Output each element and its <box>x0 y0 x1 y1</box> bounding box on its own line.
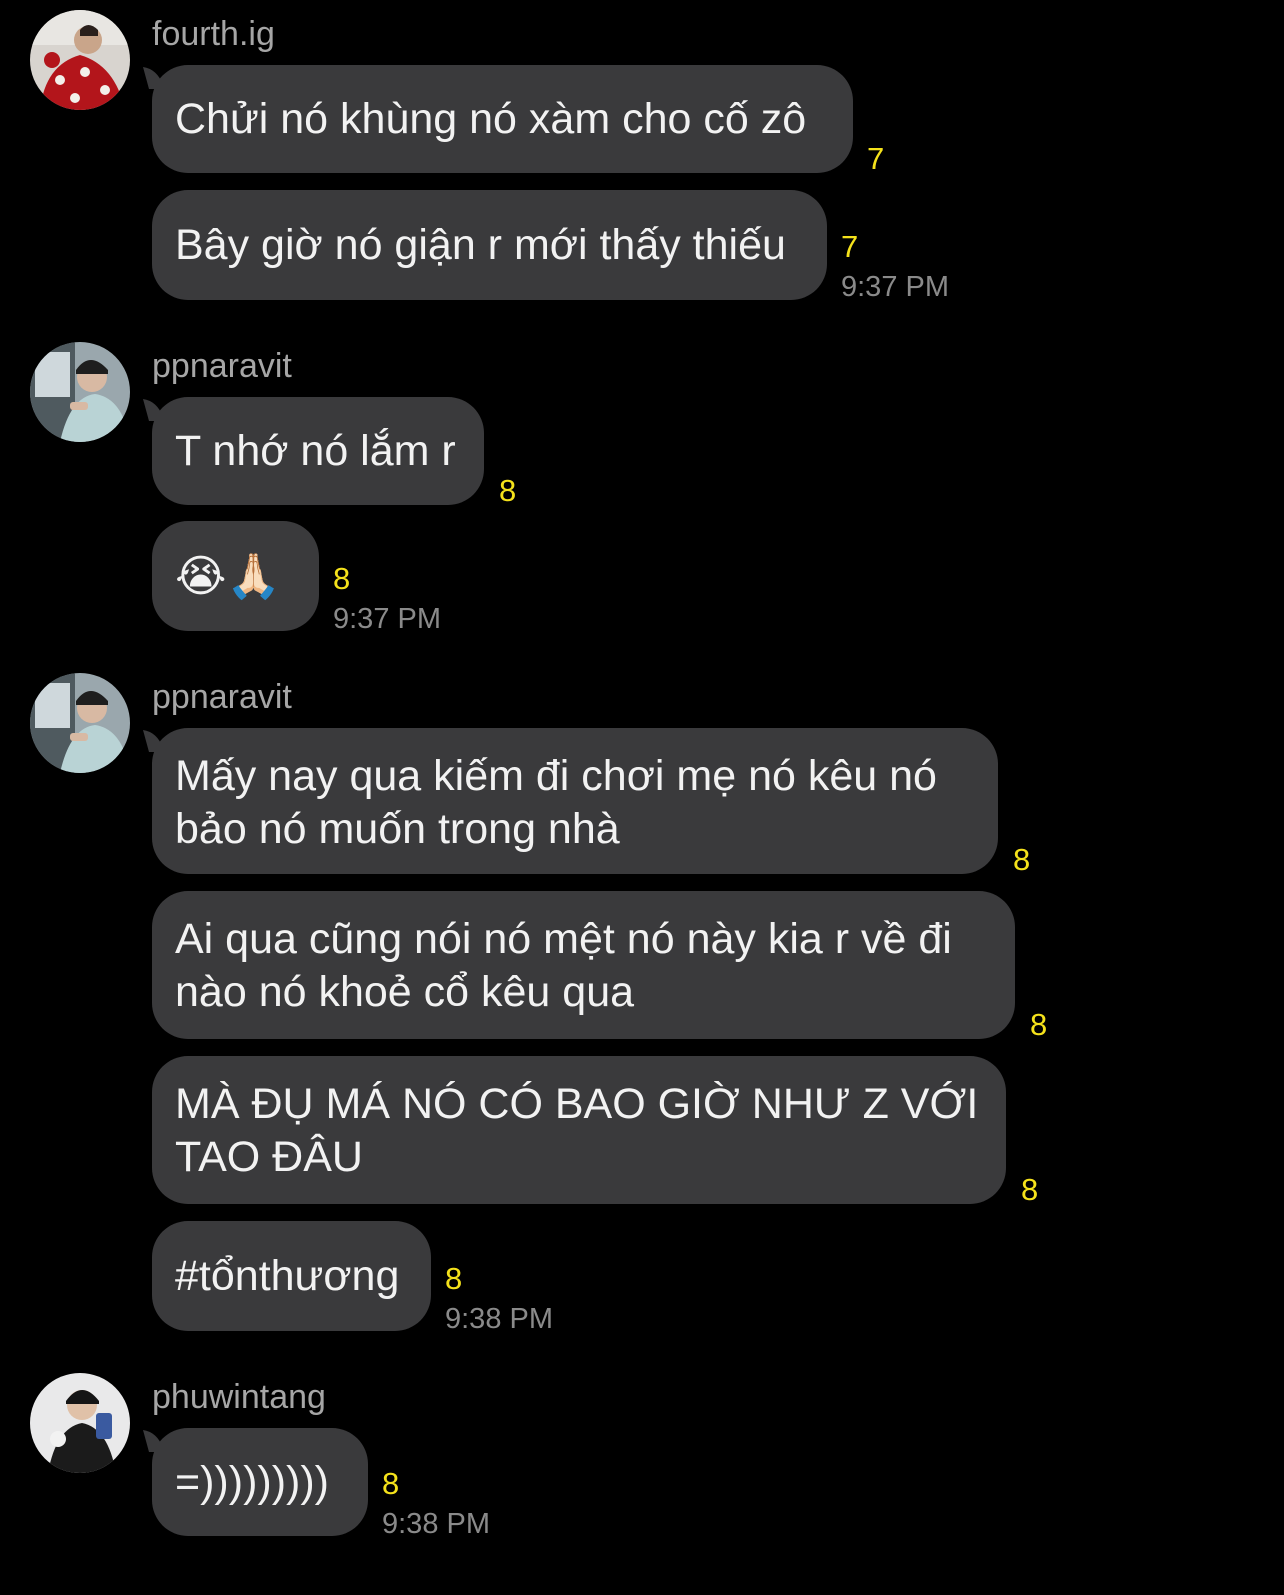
message-text-line: Ai qua cũng nói nó mệt nó này kia r về đ… <box>175 915 952 963</box>
reaction-count: 8 <box>1013 842 1031 877</box>
avatar[interactable] <box>30 10 130 110</box>
timestamp: 9:37 PM <box>333 603 441 635</box>
message-bubble[interactable]: Mấy nay qua kiếm đi chơi mẹ nó kêu nó bả… <box>152 728 998 874</box>
reaction-count: 7 <box>867 141 885 176</box>
reaction-count: 8 <box>333 561 351 596</box>
message-text: =))))))))) <box>175 1457 329 1506</box>
sender-username[interactable]: phuwintang <box>152 1377 326 1417</box>
reaction-count: 7 <box>841 229 859 264</box>
reaction-count: 8 <box>1030 1007 1048 1042</box>
message-text-line: Mấy nay qua kiếm đi chơi mẹ nó kêu nó <box>175 752 937 800</box>
sender-username[interactable]: fourth.ig <box>152 14 275 54</box>
message-bubble[interactable]: Chửi nó khùng nó xàm cho cố zô <box>152 65 853 173</box>
message-text: Chửi nó khùng nó xàm cho cố zô <box>175 94 807 143</box>
message-text-line: MÀ ĐỤ MÁ NÓ CÓ BAO GIỜ NHƯ Z VỚI <box>175 1080 979 1128</box>
message-text: #tổnthương <box>175 1251 400 1300</box>
message-bubble[interactable]: 😭🙏🏻 <box>152 521 319 631</box>
timestamp: 9:38 PM <box>382 1508 490 1540</box>
timestamp: 9:38 PM <box>445 1303 553 1335</box>
message-text: Bây giờ nó giận r mới thấy thiếu <box>175 220 786 269</box>
message-text-line: bảo nó muốn trong nhà <box>175 805 620 853</box>
message-bubble[interactable]: Bây giờ nó giận r mới thấy thiếu <box>152 190 827 300</box>
avatar[interactable] <box>30 673 130 773</box>
message-text-line: nào nó khoẻ cổ kêu qua <box>175 968 635 1016</box>
sender-username[interactable]: ppnaravit <box>152 346 292 386</box>
message-bubble[interactable]: #tổnthương <box>152 1221 431 1331</box>
timestamp: 9:37 PM <box>841 271 949 303</box>
avatar[interactable] <box>30 1373 130 1473</box>
reaction-count: 8 <box>382 1466 400 1501</box>
reaction-count: 8 <box>499 473 517 508</box>
message-bubble[interactable]: MÀ ĐỤ MÁ NÓ CÓ BAO GIỜ NHƯ Z VỚI TAO ĐÂU <box>152 1056 1006 1204</box>
reaction-count: 8 <box>1021 1172 1039 1207</box>
message-text: 😭🙏🏻 <box>175 550 282 602</box>
message-bubble[interactable]: T nhớ nó lắm r <box>152 397 484 505</box>
message-text: T nhớ nó lắm r <box>175 426 456 475</box>
message-text-line: TAO ĐÂU <box>175 1133 363 1181</box>
sender-username[interactable]: ppnaravit <box>152 677 292 717</box>
reaction-count: 8 <box>445 1261 463 1296</box>
message-bubble[interactable]: Ai qua cũng nói nó mệt nó này kia r về đ… <box>152 891 1015 1039</box>
avatar[interactable] <box>30 342 130 442</box>
message-bubble[interactable]: =))))))))) <box>152 1428 368 1536</box>
